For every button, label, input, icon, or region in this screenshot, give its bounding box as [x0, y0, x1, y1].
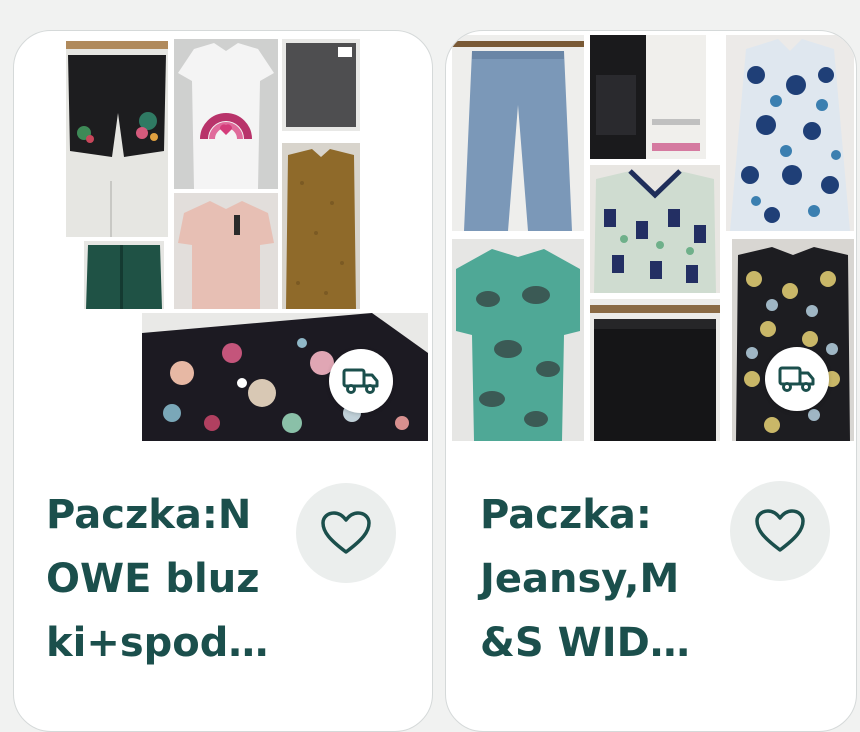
listing-card-1[interactable]: Paczka:N OWE bluz ki+spod…: [13, 30, 433, 732]
photo-black-shorts: [66, 41, 168, 237]
truck-icon: [778, 366, 815, 392]
photo-blue-shirt: [726, 35, 854, 231]
photo-grey-skirt: [282, 39, 360, 131]
photo-green-tee: [452, 239, 584, 441]
photo-white-tshirt: [174, 39, 278, 189]
photo-shapewear-box: [590, 35, 706, 159]
delivery-badge: [329, 349, 393, 413]
favorite-button[interactable]: [296, 483, 396, 583]
heart-outline-icon: [755, 509, 805, 552]
listing-title[interactable]: Paczka: Jeansy,M &S WID…: [480, 483, 720, 675]
listing-title[interactable]: Paczka:N OWE bluz ki+spod…: [46, 483, 276, 675]
truck-icon: [342, 368, 379, 394]
photo-brown-dress: [282, 143, 360, 309]
photo-pink-top: [174, 193, 278, 309]
delivery-badge: [765, 347, 829, 411]
favorite-button[interactable]: [730, 481, 830, 581]
heart-outline-icon: [321, 511, 371, 554]
photo-patterned-top: [590, 165, 720, 293]
photo-jeans: [452, 35, 584, 231]
photo-black-trousers: [590, 299, 720, 441]
listing-card-2[interactable]: Paczka: Jeansy,M &S WID…: [445, 30, 857, 732]
photo-green-skirt: [84, 241, 164, 309]
